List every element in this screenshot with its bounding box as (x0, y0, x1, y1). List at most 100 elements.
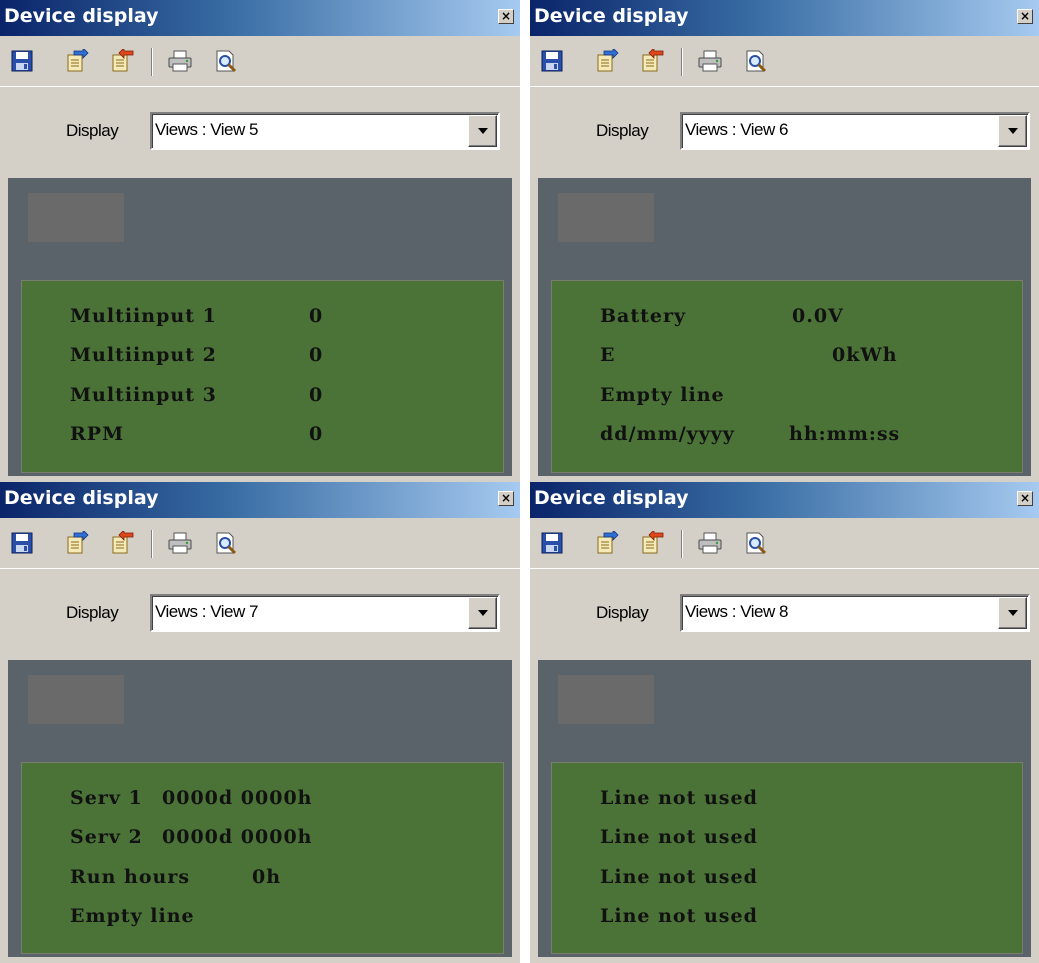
export-icon (642, 531, 664, 554)
print-preview-icon (216, 50, 237, 73)
dropdown-button[interactable] (468, 115, 497, 147)
close-button[interactable]: × (1017, 491, 1033, 506)
lcd-line-1: Battery (600, 305, 687, 327)
dropdown-button[interactable] (998, 597, 1027, 629)
status-indicator (28, 675, 124, 724)
status-indicator (28, 193, 124, 242)
display-select[interactable]: Views : View 5 (150, 112, 500, 150)
export-icon (642, 49, 664, 72)
device-display-window-1: Device display × Display Views: View 5 … (0, 0, 520, 482)
chevron-down-icon (1008, 610, 1018, 616)
display-selector-area: Display Views : View 5 (0, 86, 520, 178)
close-icon: × (1019, 9, 1031, 23)
lcd-line-3: Run hours (70, 866, 191, 888)
export-button[interactable] (108, 49, 134, 73)
export-icon (112, 49, 134, 72)
print-button[interactable] (697, 531, 723, 555)
print-preview-button[interactable] (743, 531, 769, 555)
close-button[interactable]: × (498, 491, 514, 506)
display-selector-area: Display Views : View 8 (530, 568, 1039, 660)
import-button[interactable] (593, 49, 619, 73)
import-icon (597, 531, 619, 554)
close-icon: × (500, 491, 512, 505)
toolbar-separator (151, 530, 153, 558)
print-preview-button[interactable] (743, 49, 769, 73)
chevron-down-icon (478, 610, 488, 616)
close-button[interactable]: × (1017, 9, 1033, 24)
print-button[interactable] (697, 49, 723, 73)
lcd-value-1: 0000d 0000h (162, 787, 313, 809)
print-preview-button[interactable] (213, 49, 239, 73)
export-button[interactable] (638, 49, 664, 73)
title-bar[interactable]: Device display × (530, 0, 1039, 36)
title-bar[interactable]: Device display × (0, 482, 520, 518)
save-icon (11, 532, 33, 554)
device-screen: Serv 1 0000d 0000h Serv 2 0000d 0000h Ru… (8, 660, 512, 957)
lcd-line-4: RPM (70, 423, 125, 445)
save-button[interactable] (9, 49, 35, 73)
import-icon (67, 49, 89, 72)
display-select-value: Views : View 6 (685, 120, 788, 139)
toolbar (530, 518, 1039, 568)
print-button[interactable] (167, 49, 193, 73)
print-preview-button[interactable] (213, 531, 239, 555)
lcd-line-2: Serv 2 (70, 826, 143, 848)
lcd-line-4: dd/mm/yyyy (600, 423, 735, 445)
print-icon (168, 50, 192, 72)
window-title: Device display (4, 5, 159, 27)
save-button[interactable] (9, 531, 35, 555)
save-button[interactable] (539, 49, 565, 73)
window-title: Device display (4, 487, 159, 509)
close-icon: × (1019, 491, 1031, 505)
title-bar[interactable]: Device display × (530, 482, 1039, 518)
print-preview-icon (746, 532, 767, 555)
lcd-line-3: Line not used (600, 866, 758, 888)
dropdown-button[interactable] (468, 597, 497, 629)
toolbar (530, 36, 1039, 86)
device-screen: Line not used Line not used Line not use… (538, 660, 1031, 957)
lcd-value-3: 0 (309, 384, 324, 406)
export-button[interactable] (638, 531, 664, 555)
lcd-line-1: Line not used (600, 787, 758, 809)
lcd-value-3: 0h (252, 866, 282, 888)
lcd-display: Line not used Line not used Line not use… (551, 762, 1023, 954)
display-label: Display (596, 121, 649, 140)
save-icon (11, 50, 33, 72)
lcd-line-1: Serv 1 (70, 787, 143, 809)
toolbar-separator (681, 530, 683, 558)
export-button[interactable] (108, 531, 134, 555)
status-indicator (558, 675, 654, 724)
save-icon (541, 50, 563, 72)
display-select[interactable]: Views : View 7 (150, 594, 500, 632)
lcd-line-3: Multiinput 3 (70, 384, 217, 406)
lcd-line-3: Empty line (600, 384, 725, 406)
display-selector-area: Display Views : View 6 (530, 86, 1039, 178)
window-title: Device display (534, 5, 689, 27)
lcd-line-2: Line not used (600, 826, 758, 848)
save-button[interactable] (539, 531, 565, 555)
display-select[interactable]: Views : View 6 (680, 112, 1030, 150)
lcd-value-2: 0kWh (832, 344, 898, 366)
print-preview-icon (216, 532, 237, 555)
status-indicator (558, 193, 654, 242)
device-display-window-3: Device display × Display Views: View 7 … (0, 482, 520, 963)
device-display-window-4: Device display × Display Views: View 8 … (530, 482, 1039, 963)
lcd-display: Battery 0.0V E 0kWh Empty line dd/mm/yyy… (551, 280, 1023, 473)
import-button[interactable] (63, 49, 89, 73)
lcd-value-1: 0 (309, 305, 324, 327)
import-button[interactable] (63, 531, 89, 555)
import-icon (597, 49, 619, 72)
import-button[interactable] (593, 531, 619, 555)
lcd-line-4: Line not used (600, 905, 758, 927)
title-bar[interactable]: Device display × (0, 0, 520, 36)
display-select-value: Views : View 5 (155, 120, 258, 139)
device-screen: Battery 0.0V E 0kWh Empty line dd/mm/yyy… (538, 178, 1031, 476)
dropdown-button[interactable] (998, 115, 1027, 147)
close-icon: × (500, 9, 512, 23)
print-button[interactable] (167, 531, 193, 555)
close-button[interactable]: × (498, 9, 514, 24)
display-select-value: Views : View 8 (685, 602, 788, 621)
device-screen: Multiinput 1 0 Multiinput 2 0 Multiinput… (8, 178, 512, 476)
lcd-line-4: Empty line (70, 905, 195, 927)
display-select[interactable]: Views : View 8 (680, 594, 1030, 632)
